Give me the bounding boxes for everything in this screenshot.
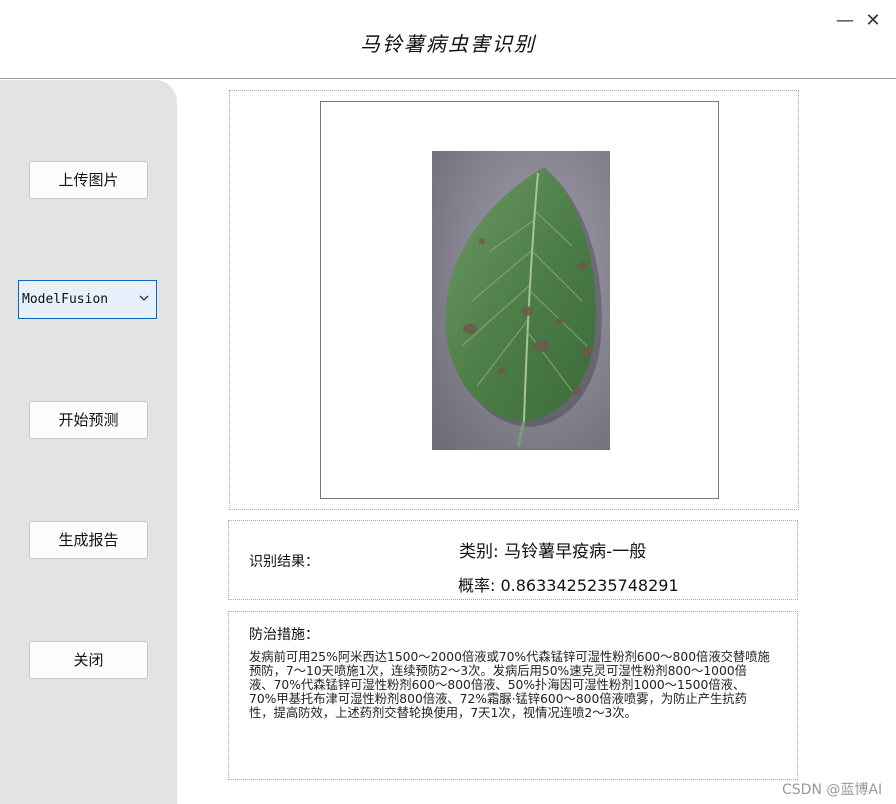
image-panel bbox=[229, 90, 799, 510]
result-class: 类别: 马铃薯早疫病-一般 bbox=[459, 542, 647, 562]
chevron-down-icon bbox=[139, 295, 149, 301]
watermark: CSDN @蓝博AI bbox=[782, 782, 883, 798]
generate-report-button[interactable]: 生成报告 bbox=[29, 521, 148, 559]
close-icon[interactable]: ✕ bbox=[862, 10, 884, 32]
treatment-label: 防治措施： bbox=[249, 627, 319, 643]
close-button[interactable]: 关闭 bbox=[29, 641, 148, 679]
result-probability: 概率: 0.8633425235748291 bbox=[458, 576, 679, 595]
app-title: 马铃薯病虫害识别 bbox=[360, 32, 536, 56]
upload-image-button[interactable]: 上传图片 bbox=[29, 161, 148, 199]
start-predict-button[interactable]: 开始预测 bbox=[29, 401, 148, 439]
model-select-value: ModelFusion bbox=[22, 292, 109, 307]
title-bar: 马铃薯病虫害识别 — ✕ bbox=[0, 0, 896, 79]
treatment-text: 发病前可用25%阿米西达1500～2000倍液或70%代森锰锌可湿性粉剂600～… bbox=[249, 650, 770, 720]
model-select[interactable]: ModelFusion bbox=[18, 280, 157, 319]
leaf-image bbox=[432, 151, 610, 450]
minimize-icon[interactable]: — bbox=[834, 10, 856, 32]
result-panel: 识别结果： 类别: 马铃薯早疫病-一般 概率: 0.86334252357482… bbox=[228, 520, 798, 600]
treatment-panel: 防治措施： 发病前可用25%阿米西达1500～2000倍液或70%代森锰锌可湿性… bbox=[228, 611, 798, 780]
result-label: 识别结果： bbox=[249, 554, 319, 570]
image-frame bbox=[320, 101, 719, 499]
